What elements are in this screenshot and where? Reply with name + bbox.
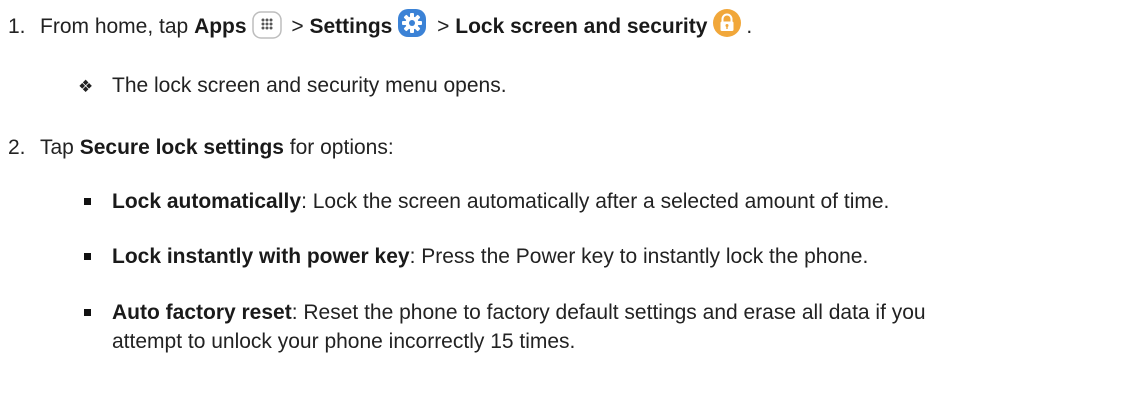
option-desc: : Lock the screen automatically after a … xyxy=(301,190,890,213)
lock-icon xyxy=(712,8,742,38)
option-lock-automatically: Lock automatically: Lock the screen auto… xyxy=(112,188,889,216)
square-bullet-icon xyxy=(84,198,91,205)
gear-icon xyxy=(397,8,427,38)
step-number: 1. xyxy=(8,15,26,38)
apps-grid-icon xyxy=(251,11,282,39)
lock-screen-label: Lock screen and security xyxy=(455,15,708,38)
option-auto-factory-reset: Auto factory reset: Reset the phone to f… xyxy=(112,299,926,327)
secure-lock-settings-label: Secure lock settings xyxy=(79,136,284,159)
option-desc: : Reset the phone to factory default set… xyxy=(291,301,926,324)
step-text: Tap xyxy=(40,136,80,159)
option-desc: : Press the Power key to instantly lock … xyxy=(409,245,869,268)
apps-label: Apps xyxy=(194,15,247,38)
step-1-result: The lock screen and security menu opens. xyxy=(112,74,507,97)
option-name: Lock automatically xyxy=(112,190,302,213)
step-text: From home, tap xyxy=(40,15,195,38)
square-bullet-icon xyxy=(84,253,91,260)
option-lock-instantly: Lock instantly with power key: Press the… xyxy=(112,243,868,271)
separator: > xyxy=(431,15,456,38)
settings-label: Settings xyxy=(309,15,393,38)
separator: > xyxy=(285,15,310,38)
step-2: 2. Tap Secure lock settings for options: xyxy=(8,134,394,162)
step-number: 2. xyxy=(8,136,26,159)
step-1: 1. From home, tap Apps > Settings > Lock… xyxy=(8,8,752,41)
square-bullet-icon xyxy=(84,309,91,316)
option-name: Lock instantly with power key xyxy=(112,245,410,268)
option-desc-continued: attempt to unlock your phone incorrectly… xyxy=(112,330,576,353)
period: . xyxy=(746,15,753,38)
option-name: Auto factory reset xyxy=(112,301,292,324)
step-text: for options: xyxy=(283,136,394,159)
diamond-bullet-icon: ❖ xyxy=(78,77,94,96)
